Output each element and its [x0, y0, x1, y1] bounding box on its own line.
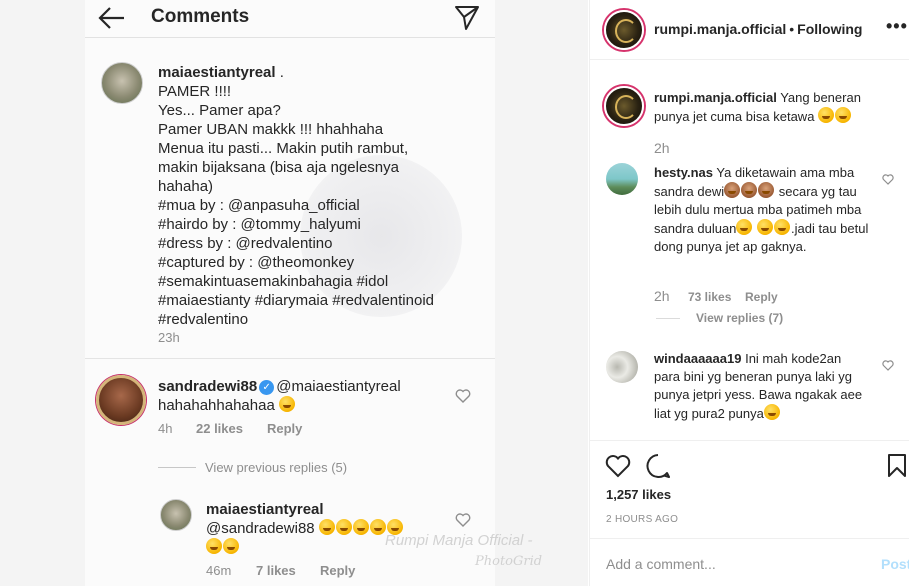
- comment-username[interactable]: hesty.nas: [654, 165, 713, 180]
- direct-send-icon[interactable]: [453, 3, 481, 31]
- comment-time: 46m: [206, 563, 232, 578]
- comment-username[interactable]: maiaestiantyreal: [158, 64, 276, 81]
- comment-likes[interactable]: 73 likes: [688, 290, 731, 304]
- mention-link[interactable]: @sandradewi88: [206, 520, 315, 537]
- divider: [590, 538, 909, 539]
- comment-username[interactable]: maiaestiantyreal: [206, 500, 446, 519]
- avatar[interactable]: [606, 163, 638, 195]
- divider: [656, 318, 680, 319]
- post-header: rumpi.manja.official • Following •••: [590, 0, 909, 60]
- caption-username[interactable]: rumpi.manja.official: [654, 90, 777, 105]
- mention-link[interactable]: @maiaestiantyreal: [276, 378, 400, 395]
- laughing-emoji-icon: [278, 396, 295, 412]
- post-panel: rumpi.manja.official • Following ••• rumpi…: [589, 0, 909, 586]
- smiling-emoji-icon: [763, 404, 780, 420]
- account-handle: rumpi.manja.official • Following: [654, 21, 863, 37]
- more-options-icon[interactable]: •••: [886, 16, 908, 37]
- tears-of-joy-emoji-icon: [369, 519, 386, 535]
- view-replies-button[interactable]: View replies (7): [696, 311, 783, 325]
- reply-button[interactable]: Reply: [320, 563, 355, 578]
- avatar[interactable]: [160, 499, 192, 531]
- view-previous-replies[interactable]: View previous replies (5): [205, 460, 347, 475]
- avatar[interactable]: [101, 62, 143, 104]
- following-button[interactable]: Following: [797, 21, 862, 37]
- add-comment-input[interactable]: Add a comment...: [606, 556, 716, 572]
- account-avatar[interactable]: [604, 10, 644, 50]
- tears-of-joy-emoji-icon: [223, 538, 239, 554]
- bookmark-icon[interactable]: [887, 453, 907, 478]
- grin-sweat-emoji-icon: [774, 219, 791, 235]
- back-arrow-icon[interactable]: [97, 4, 127, 32]
- divider: [590, 440, 909, 441]
- like-heart-icon[interactable]: [882, 360, 894, 371]
- like-heart-icon[interactable]: [455, 513, 471, 527]
- reply-button[interactable]: Reply: [267, 421, 302, 436]
- grin-sweat-emoji-icon: [736, 219, 753, 235]
- watermark-signature: PhotoGrid: [475, 554, 543, 569]
- tears-of-joy-emoji-icon: [318, 519, 335, 535]
- caption-avatar[interactable]: [604, 86, 644, 126]
- verified-badge-icon: ✓: [259, 380, 275, 395]
- account-username[interactable]: rumpi.manja.official: [654, 21, 786, 37]
- header-title: Comments: [151, 6, 250, 27]
- caption-comment: maiaestiantyreal . PAMER !!!! Yes... Pam…: [158, 64, 434, 328]
- rofl-emoji-icon: [835, 107, 852, 123]
- comments-header: Comments: [85, 0, 495, 38]
- tears-of-joy-emoji-icon: [335, 519, 352, 535]
- divider: [85, 358, 495, 359]
- comment-username[interactable]: sandradewi88: [158, 378, 257, 395]
- caption-time: 2h: [654, 140, 670, 156]
- avatar[interactable]: [606, 351, 638, 383]
- comment-likes[interactable]: 22 likes: [196, 421, 243, 436]
- caption: rumpi.manja.official Yang beneran punya …: [654, 90, 861, 124]
- reply-button[interactable]: Reply: [745, 290, 778, 304]
- comment-time: 2h: [654, 288, 670, 304]
- comments-screenshot: Comments maiaestiantyreal . PAMER !!!! Y…: [0, 0, 588, 586]
- comment-text: hesty.nas Ya diketawain ama mba sandra d…: [654, 165, 869, 254]
- see-no-evil-monkey-emoji-icon: [741, 182, 758, 198]
- rofl-emoji-icon: [818, 107, 835, 123]
- tears-of-joy-emoji-icon: [352, 519, 369, 535]
- comment-username[interactable]: windaaaaaa19: [654, 351, 741, 366]
- like-heart-icon[interactable]: [455, 389, 471, 403]
- comment-time: 23h: [158, 330, 180, 345]
- post-timestamp: 2 HOURS AGO: [606, 514, 679, 525]
- comment-text: sandradewi88 ✓ @maiaestiantyreal hahahahha…: [158, 378, 401, 414]
- comment-likes[interactable]: 7 likes: [256, 563, 296, 578]
- comment-bubble-icon[interactable]: [645, 453, 671, 479]
- divider: [158, 467, 196, 468]
- watermark-text: Rumpi Manja Official -: [385, 532, 533, 549]
- grin-sweat-emoji-icon: [757, 219, 774, 235]
- like-heart-icon[interactable]: [882, 174, 894, 185]
- comment-time: 4h: [158, 421, 173, 436]
- avatar[interactable]: [96, 375, 146, 425]
- see-no-evil-monkey-emoji-icon: [724, 182, 741, 198]
- see-no-evil-monkey-emoji-icon: [758, 182, 775, 198]
- tears-of-joy-emoji-icon: [206, 538, 222, 554]
- comment-text: windaaaaaa19 Ini mah kode2an para bini y…: [654, 351, 863, 421]
- likes-count[interactable]: 1,257 likes: [606, 487, 671, 502]
- post-comment-button[interactable]: Post: [881, 556, 909, 572]
- like-heart-icon[interactable]: [605, 454, 631, 478]
